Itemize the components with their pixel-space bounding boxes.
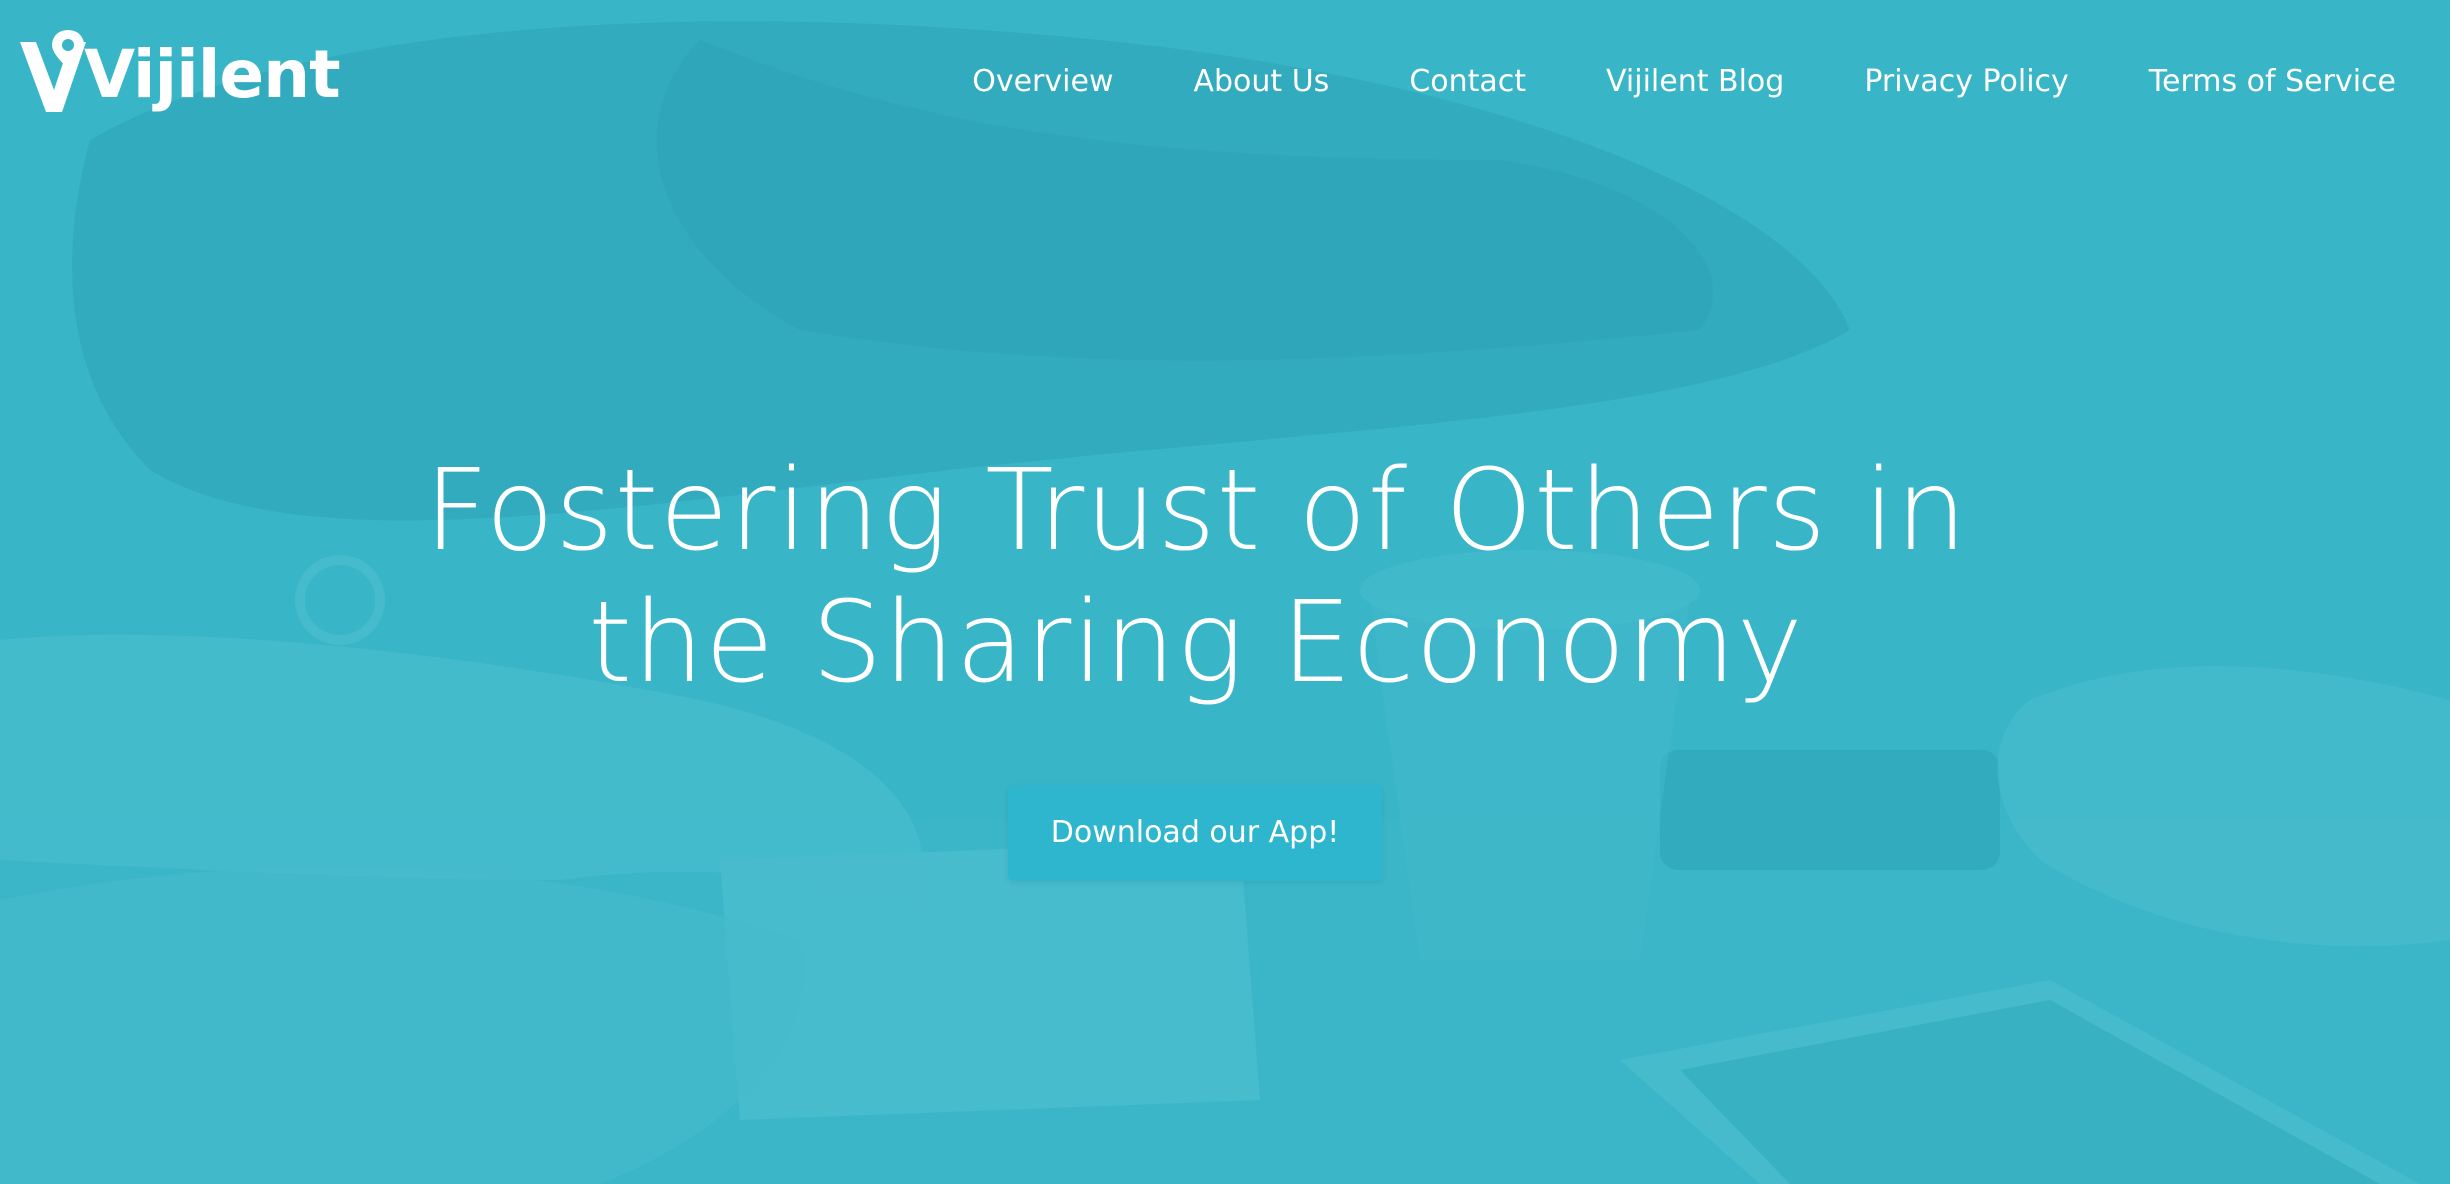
download-app-button[interactable]: Download our App! [1008,785,1382,881]
nav-privacy-policy[interactable]: Privacy Policy [1864,60,2068,104]
hero-headline-line-1: Fostering Trust of Others in [424,446,1968,576]
main-nav: Overview About Us Contact Vijilent Blog … [892,60,2396,104]
hero-headline: Fostering Trust of Others in the Sharing… [0,445,2392,709]
nav-terms-of-service[interactable]: Terms of Service [2149,60,2396,104]
nav-about-us[interactable]: About Us [1193,60,1329,104]
hero-headline-line-2: the Sharing Economy [588,578,1804,708]
nav-contact[interactable]: Contact [1409,60,1526,104]
nav-overview[interactable]: Overview [972,60,1113,104]
hero-section: Vijilent Overview About Us Contact Vijil… [0,0,2450,1184]
location-pin-icon [18,28,88,128]
brand-logo[interactable]: Vijilent [18,28,341,128]
brand-name: Vijilent [84,36,341,113]
nav-vijilent-blog[interactable]: Vijilent Blog [1606,60,1784,104]
